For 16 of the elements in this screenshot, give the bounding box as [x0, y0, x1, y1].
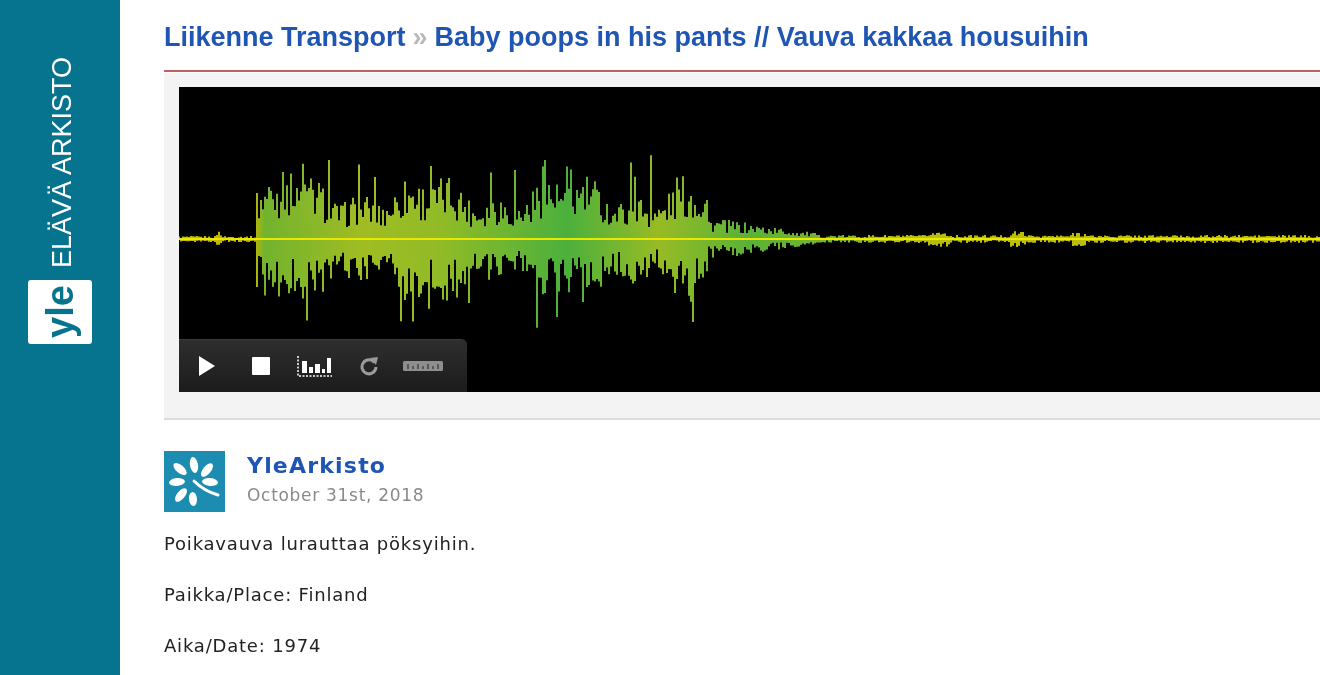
- author-link[interactable]: YleArkisto: [247, 452, 425, 480]
- page-title: Baby poops in his pants // Vauva kakkaa housuihin: [434, 21, 1089, 53]
- post-text: Aika/Date: 1974: [164, 634, 323, 658]
- breadcrumb-link[interactable]: Liikenne Transport: [164, 21, 406, 53]
- ruler-icon: [403, 361, 443, 371]
- flower-icon: [164, 451, 225, 512]
- post-date: October 31st, 2018: [247, 484, 425, 507]
- brand-text: ELÄVÄ ARKISTO: [47, 57, 76, 269]
- circular-arrow-icon: [359, 356, 379, 376]
- play-icon: [199, 356, 215, 376]
- post-text: Paikka/Place: Finland: [164, 583, 370, 607]
- stop-icon: [252, 357, 270, 375]
- bar-chart-icon: [297, 355, 333, 377]
- logo[interactable]: yle: [27, 280, 92, 345]
- breadcrumb-separator: »: [412, 21, 428, 53]
- post-text: Poikavauva lurauttaa pöksyihin.: [164, 532, 478, 556]
